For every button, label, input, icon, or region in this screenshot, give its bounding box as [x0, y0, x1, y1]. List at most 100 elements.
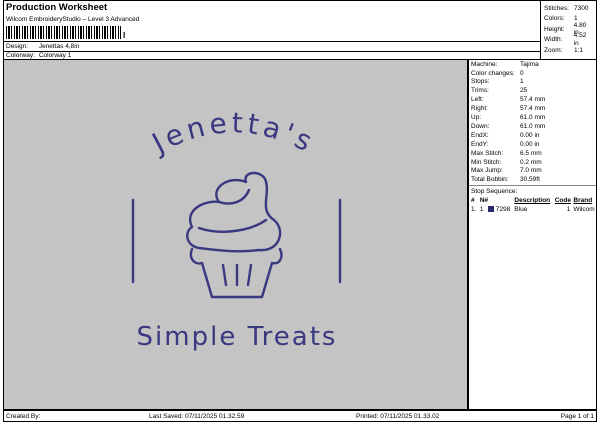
machine-info-row: Stops: 1 [469, 78, 596, 87]
col-header: Code [554, 197, 571, 205]
machine-info-row: Max Jump: 7.0 mm [469, 167, 596, 176]
info-label: EndY: [471, 140, 489, 148]
machine-info-row: Right: 57.4 mm [469, 104, 596, 113]
machine-info-row: Left: 57.4 mm [469, 96, 596, 105]
col-header: N# [479, 197, 489, 205]
info-label: EndX: [471, 131, 489, 139]
stop-sequence-title: Stop Sequence: [469, 187, 596, 196]
machine-info-row: EndY: 0.00 in [469, 140, 596, 149]
stat-value: 4.52 in [573, 32, 587, 47]
frosting-outline [186, 171, 282, 253]
frosting-swirl [217, 188, 251, 205]
cup-line [246, 263, 253, 287]
info-value: 61.0 mm [520, 122, 546, 130]
machine-info-row: Machine: Tajima [469, 60, 596, 69]
stat-label: Zoom: [544, 46, 563, 54]
printed-date: Printed: 07/11/2025 01.33.02 [356, 413, 440, 420]
production-worksheet: Production Worksheet Wilcom EmbroiderySt… [0, 0, 600, 424]
stat-value: 7300 [574, 4, 589, 12]
design-value: Jenettas 4,8in [38, 43, 80, 50]
machine-info-row: Min Stitch: 0.2 mm [469, 158, 596, 167]
info-label: Color changes: [471, 69, 515, 77]
worksheet-header: Production Worksheet Wilcom EmbroiderySt… [3, 0, 541, 60]
info-label: Max Jump: [471, 167, 503, 175]
design-top-text-path: Jenetta's [145, 106, 317, 160]
design-row: Design: Jenettas 4,8in [6, 43, 79, 50]
info-label: Total Bobbin: [471, 176, 509, 184]
machine-info-row: Down: 61.0 mm [469, 122, 596, 131]
thread-number: 7298 [495, 206, 511, 214]
embroidery-design: Jenetta's Simple Treats [131, 106, 342, 352]
info-value: Tajima [520, 60, 539, 68]
info-label: Min Stitch: [471, 158, 502, 166]
machine-info-list: Machine: Tajima Color changes: 0 Stops: 1 Trim… [469, 60, 596, 184]
info-value: 0 [520, 69, 524, 77]
machine-info-row: Trims: 25 [469, 87, 596, 96]
info-value: 6.5 mm [520, 149, 542, 157]
machine-info-row: Up: 61.0 mm [469, 113, 596, 122]
col-header: Brand [573, 197, 593, 205]
design-bottom-text: Simple Treats [137, 322, 338, 352]
table-row: 1. 1 7298 Blue 1 Wilcom [469, 205, 596, 214]
stat-value: 1:1 [574, 46, 584, 54]
info-label: Max Stitch: [471, 149, 504, 157]
page-number: Page 1 of 1 [560, 413, 594, 420]
page-title: Production Worksheet [6, 2, 108, 13]
row-description: Blue [514, 206, 528, 214]
divider [469, 185, 596, 187]
info-value: 1 [520, 78, 524, 86]
divider [4, 51, 541, 52]
stop-sequence-label: Stop Sequence: [471, 188, 518, 196]
info-label: Machine: [471, 60, 498, 68]
info-value: 57.4 mm [520, 96, 546, 104]
row-n: 1 [479, 206, 484, 214]
cup-line [221, 263, 228, 287]
machine-info-row: Total Bobbin: 30.59ft [469, 176, 596, 185]
design-label: Design: [6, 43, 29, 50]
last-saved: Last Saved: 07/11/2025 01.32.59 [149, 413, 245, 420]
stop-sequence-header: # N# Description Code Brand [469, 196, 596, 205]
design-top-text: Jenetta's [145, 106, 321, 160]
info-value: 61.0 mm [520, 114, 546, 122]
info-value: 25 [520, 87, 528, 95]
row-brand: Wilcom [573, 206, 595, 214]
machine-info-panel: Machine: Tajima Color changes: 0 Stops: 1 Trim… [468, 60, 597, 410]
software-subtitle: Wilcom EmbroideryStudio – Level 3 Advanc… [6, 16, 140, 23]
worksheet-footer: Created By: Last Saved: 07/11/2025 01.32… [3, 410, 597, 422]
info-label: Left: [471, 96, 484, 104]
stat-row: Stitches: 7300 [544, 3, 593, 14]
colorway-label: Colorway: [6, 52, 35, 59]
divider [4, 41, 541, 42]
colorway-value: Colorway 1 [38, 52, 72, 59]
info-label: Stops: [471, 78, 490, 86]
info-value: 0.00 in [520, 131, 540, 139]
info-value: 57.4 mm [520, 105, 546, 113]
info-value: 30.59ft [520, 176, 540, 184]
barcode [6, 26, 121, 39]
stats-box: Stitches: 7300 Colors: 1 Height: 4.80 in Wi… [540, 0, 597, 60]
info-value: 0.00 in [520, 140, 540, 148]
info-value: 7.0 mm [520, 167, 542, 175]
col-header: Description [514, 197, 551, 205]
machine-info-row: EndX: 0.00 in [469, 131, 596, 140]
machine-info-row: Max Stitch: 6.5 mm [469, 149, 596, 158]
stat-label: Height: [544, 25, 565, 33]
row-index: 1. [471, 206, 477, 214]
stat-label: Width: [544, 36, 563, 44]
stat-label: Colors: [544, 15, 565, 23]
design-preview: Jenetta's Simple Treats [3, 60, 468, 410]
info-value: 0.2 mm [520, 158, 542, 166]
info-label: Right: [471, 105, 488, 113]
colorway-row: Colorway: Colorway 1 [6, 52, 71, 59]
barcode-mark: I [123, 31, 126, 40]
machine-info-row: Color changes: 0 [469, 69, 596, 78]
info-label: Down: [471, 122, 490, 130]
color-swatch [487, 206, 494, 213]
created-by: Created By: [6, 413, 41, 420]
frosting-swirl [197, 218, 268, 233]
col-header: # [471, 197, 475, 205]
stat-row: Width: 4.52 in [544, 32, 593, 47]
row-code: 1 [566, 206, 571, 214]
row-color: 7298 [487, 206, 515, 214]
info-label: Up: [471, 114, 482, 122]
